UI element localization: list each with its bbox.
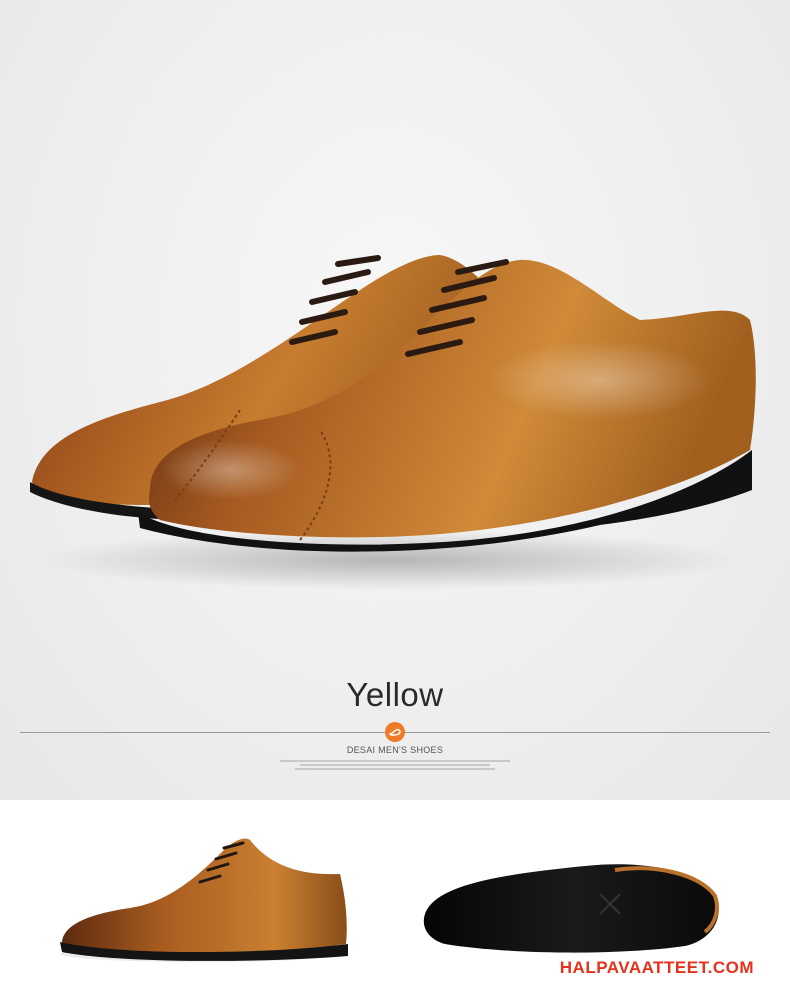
- watermark-text: HALPAVAATTEET.COM: [559, 958, 754, 977]
- shoe-side-photo: [60, 838, 348, 962]
- fine-print-decoration: [0, 760, 790, 772]
- shoe-sole-photo: [423, 864, 719, 953]
- shoe-pair-photo: [30, 255, 756, 590]
- shoe-logo-icon: [385, 722, 405, 742]
- brand-line: DESAI MEN'S SHOES: [346, 745, 444, 755]
- hero-photo-area: Yellow DESAI MEN'S SHOES: [0, 0, 790, 800]
- color-title: Yellow: [346, 676, 444, 713]
